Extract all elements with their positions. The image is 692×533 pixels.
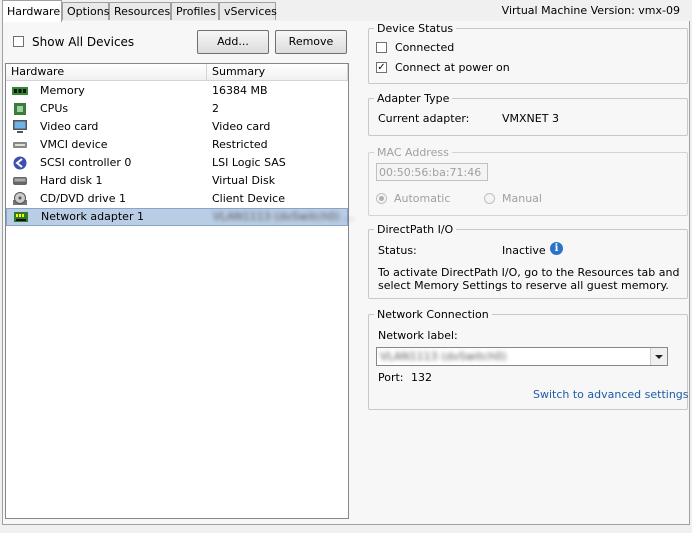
hardware-list: Hardware Summary Memory 16384 MB CPUs 2 … <box>5 63 354 519</box>
network-label-value: VLAN1113 (dvSwitch0) <box>380 350 507 363</box>
list-item[interactable]: VMCI device Restricted <box>6 136 348 154</box>
device-summary: Restricted <box>212 138 268 151</box>
list-item-selected[interactable]: Network adapter 1 VLAN1113 (dvSwitch0) .… <box>6 208 354 226</box>
tab-options[interactable]: Options <box>62 2 109 20</box>
directpath-info-line2: select Memory Settings to reserve all gu… <box>378 279 669 292</box>
device-summary: 2 <box>212 102 219 115</box>
column-header-hardware[interactable]: Hardware <box>6 64 207 81</box>
network-connection-legend: Network Connection <box>377 308 489 321</box>
device-summary: 16384 MB <box>212 84 268 97</box>
device-status-legend: Device Status <box>377 22 454 35</box>
tab-profiles[interactable]: Profiles <box>171 2 219 20</box>
device-name: VMCI device <box>40 138 108 151</box>
connect-at-power-on-checkbox[interactable]: ✓ <box>376 62 387 73</box>
list-item[interactable]: CD/DVD drive 1 Client Device <box>6 190 348 208</box>
tab-vservices[interactable]: vServices <box>219 2 277 20</box>
device-name: Network adapter 1 <box>41 210 144 223</box>
directpath-info-line1: To activate DirectPath I/O, go to the Re… <box>378 266 680 279</box>
device-summary: LSI Logic SAS <box>212 156 286 169</box>
harddisk-icon <box>13 177 27 185</box>
connected-checkbox[interactable] <box>376 42 387 53</box>
chevron-down-icon <box>655 355 663 359</box>
device-name: CPUs <box>40 102 69 115</box>
dropdown-arrow[interactable] <box>650 348 667 365</box>
device-summary: Virtual Disk <box>212 174 276 187</box>
column-header-summary[interactable]: Summary <box>207 64 348 81</box>
device-summary: Client Device <box>212 192 285 205</box>
device-name: CD/DVD drive 1 <box>40 192 126 205</box>
tab-resources[interactable]: Resources <box>109 2 171 20</box>
current-adapter-value: VMXNET 3 <box>502 112 559 125</box>
cpu-icon <box>14 103 26 115</box>
network-icon <box>14 212 28 222</box>
monitor-icon <box>13 120 27 133</box>
automatic-label: Automatic <box>394 192 451 205</box>
show-all-devices-checkbox[interactable] <box>13 36 24 47</box>
list-item[interactable]: Video card Video card <box>6 118 348 136</box>
show-all-devices-label: Show All Devices <box>32 35 135 49</box>
device-name: Video card <box>40 120 99 133</box>
directpath-status-value: Inactive <box>502 244 546 257</box>
manual-radio[interactable] <box>484 193 495 204</box>
automatic-radio[interactable] <box>376 193 387 204</box>
mac-address-legend: MAC Address <box>377 146 449 159</box>
add-button[interactable]: Add... <box>197 30 269 54</box>
list-item[interactable]: SCSI controller 0 LSI Logic SAS <box>6 154 348 172</box>
mac-address-input[interactable]: 00:50:56:ba:71:46 <box>376 163 488 181</box>
list-item[interactable]: CPUs 2 <box>6 100 348 118</box>
connected-label: Connected <box>395 41 455 54</box>
cdrom-icon <box>13 192 27 205</box>
device-summary: VLAN1113 (dvSwitch0) ... <box>213 210 354 223</box>
remove-button[interactable]: Remove <box>275 30 347 54</box>
manual-label: Manual <box>502 192 542 205</box>
info-icon[interactable]: i <box>550 242 563 255</box>
device-name: Memory <box>40 84 85 97</box>
vm-version-label: Virtual Machine Version: vmx-09 <box>501 4 680 17</box>
directpath-legend: DirectPath I/O <box>377 223 454 236</box>
connect-at-power-on-label: Connect at power on <box>395 61 510 74</box>
memory-icon <box>12 87 28 95</box>
vmci-icon <box>13 142 27 148</box>
advanced-settings-link[interactable]: Switch to advanced settings <box>533 388 689 401</box>
device-name: SCSI controller 0 <box>40 156 132 169</box>
network-label-dropdown[interactable]: VLAN1113 (dvSwitch0) <box>376 347 668 366</box>
device-summary: Video card <box>212 120 271 133</box>
port-value: 132 <box>411 371 432 384</box>
port-label: Port: <box>378 371 404 384</box>
adapter-type-legend: Adapter Type <box>377 92 450 105</box>
current-adapter-label: Current adapter: <box>378 112 470 125</box>
tab-hardware[interactable]: Hardware <box>2 0 62 22</box>
list-item[interactable]: Hard disk 1 Virtual Disk <box>6 172 348 190</box>
list-item[interactable]: Memory 16384 MB <box>6 82 348 100</box>
mac-address-group: MAC Address <box>368 146 688 216</box>
device-name: Hard disk 1 <box>40 174 103 187</box>
scsi-icon <box>13 156 27 170</box>
network-label-label: Network label: <box>378 329 458 342</box>
directpath-status-label: Status: <box>378 244 417 257</box>
